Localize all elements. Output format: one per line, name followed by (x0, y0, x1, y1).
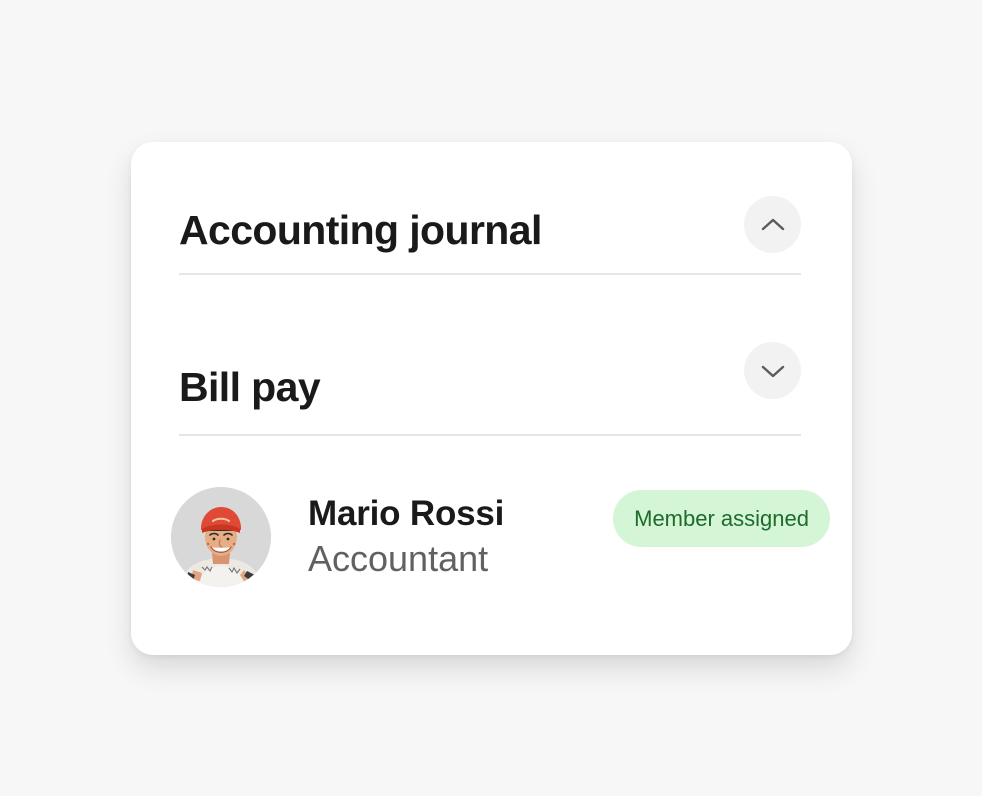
status-badge: Member assigned (613, 490, 830, 547)
chevron-down-icon (760, 363, 786, 379)
section-title: Bill pay (179, 364, 321, 410)
avatar (171, 487, 271, 587)
expand-bill-pay-button[interactable] (744, 342, 801, 399)
chevron-up-icon (760, 217, 786, 233)
member-role: Accountant (308, 538, 489, 579)
assigned-member-row: Mario Rossi Accountant Member assigned (171, 487, 830, 587)
section-accounting-journal: Accounting journal (179, 192, 801, 275)
member-name: Mario Rossi (308, 494, 505, 533)
section-title: Accounting journal (179, 207, 542, 253)
collapse-accounting-journal-button[interactable] (744, 196, 801, 253)
section-bill-pay: Bill pay (179, 342, 801, 436)
accordion-card: Accounting journal Bill pay Mario Rossi … (131, 142, 852, 655)
